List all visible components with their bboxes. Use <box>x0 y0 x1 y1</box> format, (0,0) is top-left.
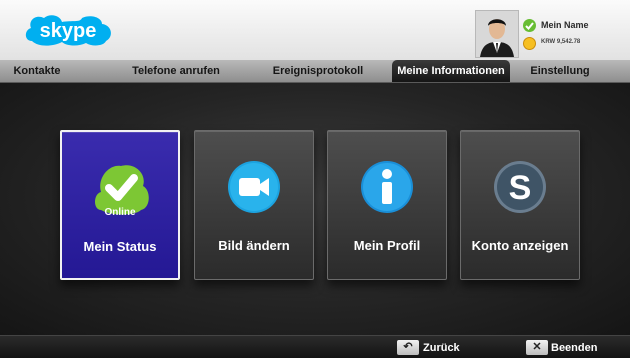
user-profile[interactable]: Mein Name KRW 9,542.78 <box>470 8 630 58</box>
tile-konto-anzeigen[interactable]: S Konto anzeigen <box>460 130 580 280</box>
user-name: Mein Name <box>541 20 589 30</box>
svg-text:S: S <box>509 169 532 207</box>
exit-button[interactable]: Beenden <box>551 340 597 356</box>
skype-s-icon: S <box>494 161 546 213</box>
tile-label: Konto anzeigen <box>471 238 569 253</box>
tab-einstellung[interactable]: Einstellung <box>520 60 600 82</box>
avatar <box>475 10 519 58</box>
tab-meine-informationen[interactable]: Meine Informationen <box>392 60 510 82</box>
skype-logo: skype <box>25 15 111 46</box>
tab-kontakte[interactable]: Kontakte <box>0 60 74 82</box>
tile-label: Bild ändern <box>218 238 290 253</box>
tile-bild-aendern[interactable]: Bild ändern <box>194 130 314 280</box>
back-button[interactable]: Zurück <box>423 340 460 356</box>
credit-balance: KRW 9,542.78 <box>541 39 581 45</box>
online-status-icon <box>523 19 536 32</box>
tile-label: Mein Profil <box>353 238 421 253</box>
credit-coin-icon <box>523 37 536 50</box>
back-arrow-icon[interactable]: ↶ <box>397 340 419 355</box>
tab-telefone-anrufen[interactable]: Telefone anrufen <box>112 60 240 82</box>
tile-label: Mein Status <box>83 239 157 254</box>
header-bar: skype Mein Name KRW 9,542.78 <box>0 0 630 60</box>
tile-mein-status[interactable]: Online Mein Status <box>60 130 180 280</box>
camera-icon <box>228 161 280 213</box>
svg-text:skype: skype <box>40 20 97 42</box>
main-content: Online Mein Status Bild ändern Mein Prof… <box>0 83 630 335</box>
online-label: Online <box>104 207 136 218</box>
tab-ereignisprotokoll[interactable]: Ereignisprotokoll <box>254 60 382 82</box>
skype-tv-screen: skype Mein Name KRW 9,542.78 Kontakte Te… <box>0 0 630 358</box>
info-icon <box>361 161 413 213</box>
tile-mein-profil[interactable]: Mein Profil <box>327 130 447 280</box>
footer-bar: ↶ Zurück ✕ Beenden <box>0 335 630 358</box>
tab-bar: Kontakte Telefone anrufen Ereignisprotok… <box>0 60 630 83</box>
close-x-icon[interactable]: ✕ <box>526 340 548 355</box>
